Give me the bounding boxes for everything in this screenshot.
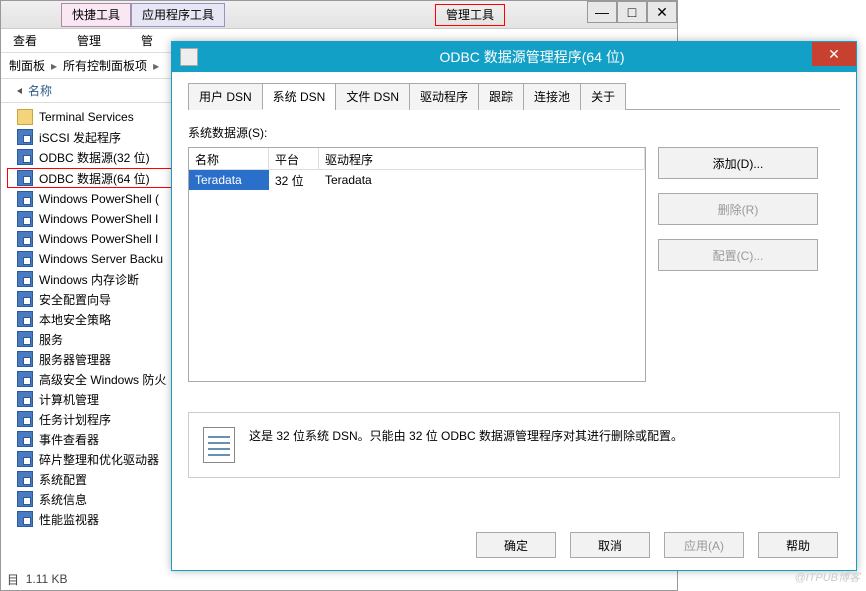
tab-0[interactable]: 用户 DSN xyxy=(188,83,263,110)
tab-1[interactable]: 系统 DSN xyxy=(262,83,337,110)
file-icon xyxy=(17,331,33,347)
item-label: Windows PowerShell I xyxy=(39,212,158,226)
status-bar: 目 1.11 KB xyxy=(1,568,68,590)
odbc-title-text: ODBC 数据源管理程序(64 位) xyxy=(439,47,624,67)
add-button[interactable]: 添加(D)... xyxy=(658,147,818,179)
maximize-button[interactable]: □ xyxy=(617,1,647,23)
item-label: 服务 xyxy=(39,331,63,348)
minimize-button[interactable]: — xyxy=(587,1,617,23)
tab-6[interactable]: 关于 xyxy=(580,83,626,110)
ribbon-tab-app[interactable]: 应用程序工具 xyxy=(131,3,225,27)
dsn-name: Teradata xyxy=(189,170,269,190)
menu-manage2[interactable]: 管 xyxy=(141,32,153,49)
col-platform[interactable]: 平台 xyxy=(269,148,319,169)
file-icon xyxy=(17,149,33,165)
dsn-platform: 32 位 xyxy=(269,169,319,192)
item-label: Windows 内存诊断 xyxy=(39,271,139,288)
col-driver[interactable]: 驱动程序 xyxy=(319,148,645,169)
odbc-tabs: 用户 DSN系统 DSN文件 DSN驱动程序跟踪连接池关于 xyxy=(188,82,840,110)
odbc-titlebar[interactable]: ODBC 数据源管理程序(64 位) ✕ xyxy=(172,42,856,72)
menu-view[interactable]: 查看 xyxy=(13,32,37,49)
close-button[interactable]: ✕ xyxy=(647,1,677,23)
file-icon xyxy=(17,311,33,327)
file-icon xyxy=(17,351,33,367)
item-label: Windows PowerShell I xyxy=(39,232,158,246)
item-label: 事件查看器 xyxy=(39,431,99,448)
item-label: 计算机管理 xyxy=(39,391,99,408)
item-label: 安全配置向导 xyxy=(39,291,111,308)
datasheet-icon xyxy=(203,427,235,463)
watermark: @ITPUB博客 xyxy=(794,569,860,585)
item-label: 碎片整理和优化驱动器 xyxy=(39,451,159,468)
item-label: ODBC 数据源(64 位) xyxy=(39,170,150,187)
dsn-listbox[interactable]: 名称 平台 驱动程序 Teradata 32 位 Teradata xyxy=(188,147,646,382)
file-icon xyxy=(17,431,33,447)
item-label: Windows PowerShell ( xyxy=(39,192,159,206)
breadcrumb-seg[interactable]: 所有控制面板项 xyxy=(59,57,151,74)
item-label: Windows Server Backu xyxy=(39,252,163,266)
apply-button[interactable]: 应用(A) xyxy=(664,532,744,558)
file-icon xyxy=(17,491,33,507)
item-label: ODBC 数据源(32 位) xyxy=(39,149,150,166)
item-label: 系统信息 xyxy=(39,491,87,508)
file-icon xyxy=(17,211,33,227)
tab-2[interactable]: 文件 DSN xyxy=(335,83,410,110)
info-panel: 这是 32 位系统 DSN。只能由 32 位 ODBC 数据源管理程序对其进行删… xyxy=(188,412,840,478)
file-icon xyxy=(17,471,33,487)
item-label: 系统配置 xyxy=(39,471,87,488)
file-icon xyxy=(17,231,33,247)
file-icon xyxy=(17,191,33,207)
info-text: 这是 32 位系统 DSN。只能由 32 位 ODBC 数据源管理程序对其进行删… xyxy=(249,427,683,444)
dsn-row[interactable]: Teradata 32 位 Teradata xyxy=(189,170,645,190)
item-label: 本地安全策略 xyxy=(39,311,111,328)
item-label: iSCSI 发起程序 xyxy=(39,129,121,146)
file-icon xyxy=(17,251,33,267)
cancel-button[interactable]: 取消 xyxy=(570,532,650,558)
ok-button[interactable]: 确定 xyxy=(476,532,556,558)
remove-button[interactable]: 删除(R) xyxy=(658,193,818,225)
dsn-driver: Teradata xyxy=(319,170,645,190)
odbc-dialog: ODBC 数据源管理程序(64 位) ✕ 用户 DSN系统 DSN文件 DSN驱… xyxy=(171,41,857,571)
configure-button[interactable]: 配置(C)... xyxy=(658,239,818,271)
file-icon xyxy=(17,411,33,427)
item-label: 任务计划程序 xyxy=(39,411,111,428)
col-name[interactable]: 名称 xyxy=(189,148,269,169)
file-icon xyxy=(17,391,33,407)
file-icon xyxy=(17,451,33,467)
chevron-right-icon: ▸ xyxy=(49,59,59,73)
close-button[interactable]: ✕ xyxy=(812,42,856,66)
item-label: Terminal Services xyxy=(39,110,134,124)
ribbon-tab-management[interactable]: 管理工具 xyxy=(435,4,505,26)
file-icon xyxy=(17,170,33,186)
explorer-titlebar: 快捷工具 应用程序工具 管理工具 — □ ✕ xyxy=(1,1,677,29)
help-button[interactable]: 帮助 xyxy=(758,532,838,558)
file-icon xyxy=(17,129,33,145)
odbc-app-icon xyxy=(180,48,198,66)
file-icon xyxy=(17,291,33,307)
system-dsn-label: 系统数据源(S): xyxy=(188,124,840,141)
file-icon xyxy=(17,371,33,387)
list-header: 名称 平台 驱动程序 xyxy=(189,148,645,170)
file-icon xyxy=(17,271,33,287)
file-icon xyxy=(17,511,33,527)
tab-4[interactable]: 跟踪 xyxy=(478,83,524,110)
item-label: 服务器管理器 xyxy=(39,351,111,368)
item-label: 高级安全 Windows 防火 xyxy=(39,371,166,388)
tab-5[interactable]: 连接池 xyxy=(523,83,581,110)
tab-3[interactable]: 驱动程序 xyxy=(409,83,479,110)
item-label: 性能监视器 xyxy=(39,511,99,528)
chevron-right-icon: ▸ xyxy=(151,59,161,73)
file-icon xyxy=(17,109,33,125)
menu-manage[interactable]: 管理 xyxy=(77,32,101,49)
ribbon-tab-quick[interactable]: 快捷工具 xyxy=(61,3,131,27)
breadcrumb-seg[interactable]: 制面板 xyxy=(5,57,49,74)
